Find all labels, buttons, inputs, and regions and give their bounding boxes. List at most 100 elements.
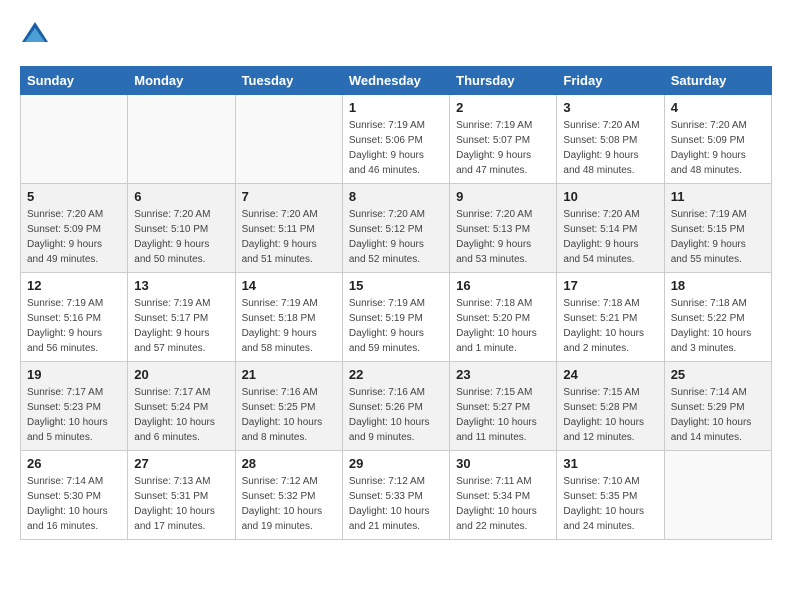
- day-info: Sunrise: 7:19 AM Sunset: 5:06 PM Dayligh…: [349, 118, 443, 178]
- day-number: 17: [563, 278, 657, 293]
- day-info: Sunrise: 7:19 AM Sunset: 5:15 PM Dayligh…: [671, 207, 765, 267]
- calendar-cell: 31 Sunrise: 7:10 AM Sunset: 5:35 PM Dayli…: [557, 451, 664, 540]
- day-info: Sunrise: 7:17 AM Sunset: 5:23 PM Dayligh…: [27, 385, 121, 445]
- calendar-cell: 18 Sunrise: 7:18 AM Sunset: 5:22 PM Dayli…: [664, 273, 771, 362]
- day-number: 4: [671, 100, 765, 115]
- calendar-cell: 3 Sunrise: 7:20 AM Sunset: 5:08 PM Daylig…: [557, 95, 664, 184]
- day-number: 2: [456, 100, 550, 115]
- calendar-cell: 23Sunrise: 7:15 AM Sunset: 5:27 PM Dayli…: [450, 362, 557, 451]
- calendar-cell: 7 Sunrise: 7:20 AM Sunset: 5:11 PM Daylig…: [235, 184, 342, 273]
- calendar-cell: 14 Sunrise: 7:19 AM Sunset: 5:18 PM Dayli…: [235, 273, 342, 362]
- day-number: 25: [671, 367, 765, 382]
- weekday-header-saturday: Saturday: [664, 67, 771, 95]
- day-info: Sunrise: 7:20 AM Sunset: 5:13 PM Dayligh…: [456, 207, 550, 267]
- calendar-cell: [235, 95, 342, 184]
- day-info: Sunrise: 7:10 AM Sunset: 5:35 PM Dayligh…: [563, 474, 657, 534]
- day-number: 20: [134, 367, 228, 382]
- calendar-cell: 19 Sunrise: 7:17 AM Sunset: 5:23 PM Dayli…: [21, 362, 128, 451]
- calendar-cell: 1 Sunrise: 7:19 AM Sunset: 5:06 PM Daylig…: [342, 95, 449, 184]
- day-info: Sunrise: 7:12 AM Sunset: 5:33 PM Dayligh…: [349, 474, 443, 534]
- day-number: 30: [456, 456, 550, 471]
- day-number: 13: [134, 278, 228, 293]
- calendar-cell: 11 Sunrise: 7:19 AM Sunset: 5:15 PM Dayli…: [664, 184, 771, 273]
- calendar-cell: 26 Sunrise: 7:14 AM Sunset: 5:30 PM Dayli…: [21, 451, 128, 540]
- day-info: Sunrise: 7:19 AM Sunset: 5:16 PM Dayligh…: [27, 296, 121, 356]
- day-number: 27: [134, 456, 228, 471]
- day-info: Sunrise: 7:20 AM Sunset: 5:12 PM Dayligh…: [349, 207, 443, 267]
- calendar-cell: 5 Sunrise: 7:20 AM Sunset: 5:09 PM Daylig…: [21, 184, 128, 273]
- day-number: 28: [242, 456, 336, 471]
- calendar-cell: 13 Sunrise: 7:19 AM Sunset: 5:17 PM Dayli…: [128, 273, 235, 362]
- calendar-cell: [21, 95, 128, 184]
- day-number: 1: [349, 100, 443, 115]
- day-info: Sunrise: 7:16 AM Sunset: 5:26 PM Dayligh…: [349, 385, 443, 445]
- day-number: 19: [27, 367, 121, 382]
- calendar-cell: 30 Sunrise: 7:11 AM Sunset: 5:34 PM Dayli…: [450, 451, 557, 540]
- calendar-cell: 29 Sunrise: 7:12 AM Sunset: 5:33 PM Dayli…: [342, 451, 449, 540]
- weekday-header-thursday: Thursday: [450, 67, 557, 95]
- day-number: 7: [242, 189, 336, 204]
- calendar-week-row: 5 Sunrise: 7:20 AM Sunset: 5:09 PM Daylig…: [21, 184, 772, 273]
- calendar-week-row: 19 Sunrise: 7:17 AM Sunset: 5:23 PM Dayli…: [21, 362, 772, 451]
- day-info: Sunrise: 7:20 AM Sunset: 5:11 PM Dayligh…: [242, 207, 336, 267]
- day-info: Sunrise: 7:18 AM Sunset: 5:21 PM Dayligh…: [563, 296, 657, 356]
- day-info: Sunrise: 7:19 AM Sunset: 5:19 PM Dayligh…: [349, 296, 443, 356]
- calendar-cell: 12 Sunrise: 7:19 AM Sunset: 5:16 PM Dayli…: [21, 273, 128, 362]
- calendar-cell: 10Sunrise: 7:20 AM Sunset: 5:14 PM Dayli…: [557, 184, 664, 273]
- calendar-cell: [664, 451, 771, 540]
- day-number: 31: [563, 456, 657, 471]
- calendar-cell: 8 Sunrise: 7:20 AM Sunset: 5:12 PM Daylig…: [342, 184, 449, 273]
- weekday-header-sunday: Sunday: [21, 67, 128, 95]
- day-number: 3: [563, 100, 657, 115]
- calendar-cell: 22 Sunrise: 7:16 AM Sunset: 5:26 PM Dayli…: [342, 362, 449, 451]
- day-number: 18: [671, 278, 765, 293]
- day-info: Sunrise: 7:19 AM Sunset: 5:07 PM Dayligh…: [456, 118, 550, 178]
- day-info: Sunrise: 7:20 AM Sunset: 5:10 PM Dayligh…: [134, 207, 228, 267]
- day-info: Sunrise: 7:14 AM Sunset: 5:29 PM Dayligh…: [671, 385, 765, 445]
- calendar-week-row: 1 Sunrise: 7:19 AM Sunset: 5:06 PM Daylig…: [21, 95, 772, 184]
- calendar-week-row: 26 Sunrise: 7:14 AM Sunset: 5:30 PM Dayli…: [21, 451, 772, 540]
- calendar-cell: 17 Sunrise: 7:18 AM Sunset: 5:21 PM Dayli…: [557, 273, 664, 362]
- day-number: 29: [349, 456, 443, 471]
- day-number: 24: [563, 367, 657, 382]
- calendar-cell: 27 Sunrise: 7:13 AM Sunset: 5:31 PM Dayli…: [128, 451, 235, 540]
- calendar-cell: 2 Sunrise: 7:19 AM Sunset: 5:07 PM Daylig…: [450, 95, 557, 184]
- day-info: Sunrise: 7:14 AM Sunset: 5:30 PM Dayligh…: [27, 474, 121, 534]
- weekday-header-friday: Friday: [557, 67, 664, 95]
- day-info: Sunrise: 7:18 AM Sunset: 5:20 PM Dayligh…: [456, 296, 550, 356]
- calendar-cell: 20 Sunrise: 7:17 AM Sunset: 5:24 PM Dayli…: [128, 362, 235, 451]
- day-number: 14: [242, 278, 336, 293]
- day-number: 12: [27, 278, 121, 293]
- day-number: 5: [27, 189, 121, 204]
- calendar-cell: 16 Sunrise: 7:18 AM Sunset: 5:20 PM Dayli…: [450, 273, 557, 362]
- calendar-cell: 25 Sunrise: 7:14 AM Sunset: 5:29 PM Dayli…: [664, 362, 771, 451]
- calendar-table: SundayMondayTuesdayWednesdayThursdayFrid…: [20, 66, 772, 540]
- day-number: 16: [456, 278, 550, 293]
- day-info: Sunrise: 7:11 AM Sunset: 5:34 PM Dayligh…: [456, 474, 550, 534]
- day-info: Sunrise: 7:20 AM Sunset: 5:09 PM Dayligh…: [27, 207, 121, 267]
- day-info: Sunrise: 7:20 AM Sunset: 5:08 PM Dayligh…: [563, 118, 657, 178]
- day-info: Sunrise: 7:17 AM Sunset: 5:24 PM Dayligh…: [134, 385, 228, 445]
- day-info: Sunrise: 7:13 AM Sunset: 5:31 PM Dayligh…: [134, 474, 228, 534]
- day-number: 10: [563, 189, 657, 204]
- day-info: Sunrise: 7:19 AM Sunset: 5:17 PM Dayligh…: [134, 296, 228, 356]
- calendar-cell: 24Sunrise: 7:15 AM Sunset: 5:28 PM Dayli…: [557, 362, 664, 451]
- weekday-header-wednesday: Wednesday: [342, 67, 449, 95]
- day-number: 23: [456, 367, 550, 382]
- weekday-header-tuesday: Tuesday: [235, 67, 342, 95]
- day-info: Sunrise: 7:18 AM Sunset: 5:22 PM Dayligh…: [671, 296, 765, 356]
- day-number: 15: [349, 278, 443, 293]
- day-number: 22: [349, 367, 443, 382]
- weekday-header-monday: Monday: [128, 67, 235, 95]
- day-number: 8: [349, 189, 443, 204]
- day-info: Sunrise: 7:19 AM Sunset: 5:18 PM Dayligh…: [242, 296, 336, 356]
- day-number: 26: [27, 456, 121, 471]
- logo: [20, 20, 54, 50]
- calendar-cell: 15 Sunrise: 7:19 AM Sunset: 5:19 PM Dayli…: [342, 273, 449, 362]
- day-info: Sunrise: 7:12 AM Sunset: 5:32 PM Dayligh…: [242, 474, 336, 534]
- page-header: [20, 20, 772, 50]
- day-info: Sunrise: 7:16 AM Sunset: 5:25 PM Dayligh…: [242, 385, 336, 445]
- day-number: 11: [671, 189, 765, 204]
- day-number: 21: [242, 367, 336, 382]
- day-info: Sunrise: 7:20 AM Sunset: 5:09 PM Dayligh…: [671, 118, 765, 178]
